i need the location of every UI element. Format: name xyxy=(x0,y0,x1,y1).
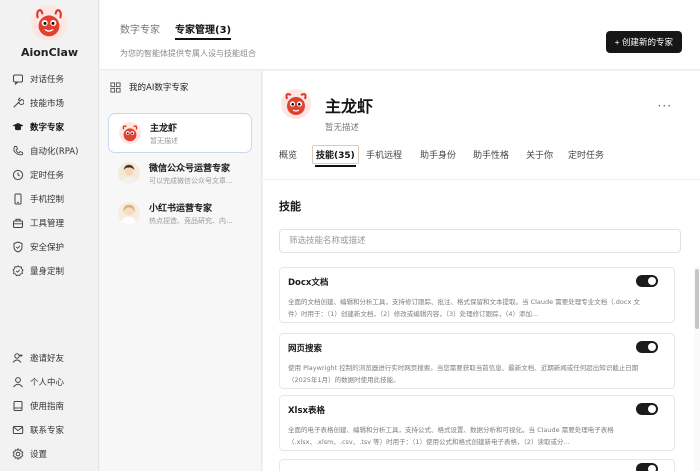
expert-name: 主龙虾 xyxy=(150,123,178,134)
expert-desc: 热点捏造、竞品研究、内... xyxy=(149,216,233,225)
skill-toggle[interactable] xyxy=(636,341,658,353)
toolbox-icon xyxy=(12,217,24,229)
sidebar-item-label: 对话任务 xyxy=(30,75,65,85)
tab-phone-remote[interactable]: 手机远程 xyxy=(366,148,402,161)
sidebar-item-label: 使用指南 xyxy=(30,402,65,412)
sidebar-item-label: 工具管理 xyxy=(30,219,65,229)
wechat-expert-avatar xyxy=(118,162,140,184)
expert-detail-panel: 主龙虾 暂无描述 ··· 概览 技能(35) 手机远程 助手身份 助手性格 关于… xyxy=(263,71,700,471)
sidebar-item-profile[interactable]: 个人中心 xyxy=(8,372,94,392)
invite-icon xyxy=(12,352,24,364)
expert-detail-desc: 暂无描述 xyxy=(325,123,360,133)
gear-icon xyxy=(12,448,24,460)
mobile-icon xyxy=(12,193,24,205)
sidebar-item-phone-control[interactable]: 手机控制 xyxy=(8,189,94,209)
brand-name: AionClaw xyxy=(20,46,79,59)
graduation-cap-icon xyxy=(12,121,24,133)
tab-skills[interactable]: 技能(35) xyxy=(312,145,359,167)
skill-card-partial xyxy=(279,459,675,471)
tab-assistant-personality[interactable]: 助手性格 xyxy=(473,148,509,161)
expert-card-main-lobster[interactable]: 主龙虾 暂无描述 xyxy=(108,113,252,153)
page-subtitle: 为您的智能体提供专属人设与技能组合 xyxy=(120,49,256,58)
lobster-avatar xyxy=(119,122,141,144)
skill-card-xlsx: Xlsx表格 全面的电子表格创建、编辑和分析工具，支持公式、格式设置、数据分析和… xyxy=(279,395,675,451)
sidebar-item-skills-market[interactable]: 技能市场 xyxy=(8,93,94,113)
wrench-icon xyxy=(12,97,24,109)
sidebar-item-label: 定时任务 xyxy=(30,171,65,181)
sidebar-item-label: 邀请好友 xyxy=(30,354,65,364)
skill-toggle[interactable] xyxy=(636,275,658,287)
aionclaw-logo xyxy=(30,4,68,42)
user-icon xyxy=(12,376,24,388)
sidebar-item-chat[interactable]: 对话任务 xyxy=(8,69,94,89)
expert-list: 我的AI数字专家 主龙虾 暂无描述 微信公众号运营专家 可以完成微信公众号文章.… xyxy=(100,71,262,471)
divider xyxy=(263,179,700,180)
sidebar-item-label: 数字专家 xyxy=(30,123,65,133)
scrollbar-thumb[interactable] xyxy=(695,269,699,329)
more-options-icon[interactable]: ··· xyxy=(658,99,672,113)
sidebar-item-contact-expert[interactable]: 联系专家 xyxy=(8,420,94,440)
sidebar-item-invite[interactable]: 邀请好友 xyxy=(8,348,94,368)
lobster-avatar xyxy=(281,89,311,119)
sidebar-item-guide[interactable]: 使用指南 xyxy=(8,396,94,416)
sidebar-item-digital-experts[interactable]: 数字专家 xyxy=(8,117,94,137)
sidebar-item-settings[interactable]: 设置 xyxy=(8,444,94,464)
tab-digital-experts[interactable]: 数字专家 xyxy=(120,21,160,36)
expert-name: 小红书运营专家 xyxy=(149,203,213,214)
badge-icon xyxy=(12,265,24,277)
skill-card-web-search: 网页搜索 使用 Playwright 控制的浏览器进行实时网页搜索。当您需要获取… xyxy=(279,333,675,389)
grid-icon xyxy=(110,81,121,93)
sidebar-item-label: 技能市场 xyxy=(30,99,65,109)
skill-filter-input[interactable] xyxy=(279,229,681,253)
book-icon xyxy=(12,400,24,412)
skill-name: Xlsx表格 xyxy=(288,406,326,416)
sidebar-item-label: 联系专家 xyxy=(30,426,65,436)
header: 数字专家 专家管理(3) 为您的智能体提供专属人设与技能组合 + 创建新的专家 xyxy=(100,0,700,70)
phone-icon xyxy=(12,145,24,157)
skill-name: Docx文档 xyxy=(288,278,329,288)
expert-card-xiaohongshu[interactable]: 小红书运营专家 热点捏造、竞品研究、内... xyxy=(108,193,252,233)
expert-list-header: 我的AI数字专家 xyxy=(110,81,188,93)
sidebar-item-label: 量身定制 xyxy=(30,267,65,277)
skill-name: 网页搜索 xyxy=(288,344,323,354)
skills-section-title: 技能 xyxy=(279,200,301,213)
tab-scheduled-tasks[interactable]: 定时任务 xyxy=(568,148,604,161)
sidebar-item-label: 自动化(RPA) xyxy=(30,147,79,157)
expert-card-wechat[interactable]: 微信公众号运营专家 可以完成微信公众号文章... xyxy=(108,153,252,193)
sidebar-item-scheduled-tasks[interactable]: 定时任务 xyxy=(8,165,94,185)
sidebar-item-label: 手机控制 xyxy=(30,195,65,205)
expert-name: 微信公众号运营专家 xyxy=(149,163,231,174)
create-expert-button[interactable]: + 创建新的专家 xyxy=(605,31,682,53)
sidebar-item-tool-management[interactable]: 工具管理 xyxy=(8,213,94,233)
skill-desc: 使用 Playwright 控制的浏览器进行实时网页搜索。当您需要获取当前信息、… xyxy=(288,364,639,384)
tab-overview[interactable]: 概览 xyxy=(279,148,297,161)
expert-desc: 可以完成微信公众号文章... xyxy=(149,176,233,185)
tab-expert-management[interactable]: 专家管理(3) xyxy=(175,21,232,40)
skill-desc: 全面的电子表格创建、编辑和分析工具，支持公式、格式设置、数据分析和可视化。当 C… xyxy=(288,426,614,446)
chat-icon xyxy=(12,73,24,85)
xiaohongshu-expert-avatar xyxy=(118,202,140,224)
skill-desc: 全面的文档创建、编辑和分析工具，支持修订跟踪、批注、格式保留和文本提取。当 Cl… xyxy=(288,298,640,318)
sidebar-item-label: 安全保护 xyxy=(30,243,65,253)
expert-detail-name: 主龙虾 xyxy=(325,97,374,116)
shield-icon xyxy=(12,241,24,253)
expert-list-title: 我的AI数字专家 xyxy=(129,83,189,93)
skill-toggle[interactable] xyxy=(636,463,658,471)
skill-toggle[interactable] xyxy=(636,403,658,415)
clock-icon xyxy=(12,169,24,181)
tab-assistant-identity[interactable]: 助手身份 xyxy=(420,148,456,161)
skill-card-docx: Docx文档 全面的文档创建、编辑和分析工具，支持修订跟踪、批注、格式保留和文本… xyxy=(279,267,675,323)
tab-about-you[interactable]: 关于你 xyxy=(526,148,553,161)
mail-icon xyxy=(12,424,24,436)
sidebar-item-customize[interactable]: 量身定制 xyxy=(8,261,94,281)
sidebar-item-label: 个人中心 xyxy=(30,378,65,388)
sidebar-item-rpa[interactable]: 自动化(RPA) xyxy=(8,141,94,161)
sidebar-item-security[interactable]: 安全保护 xyxy=(8,237,94,257)
sidebar: AionClaw 对话任务 技能市场 数字专家 自动化(RPA) 定时任务 手机… xyxy=(0,0,99,471)
sidebar-item-label: 设置 xyxy=(30,450,48,460)
expert-desc: 暂无描述 xyxy=(150,136,178,145)
